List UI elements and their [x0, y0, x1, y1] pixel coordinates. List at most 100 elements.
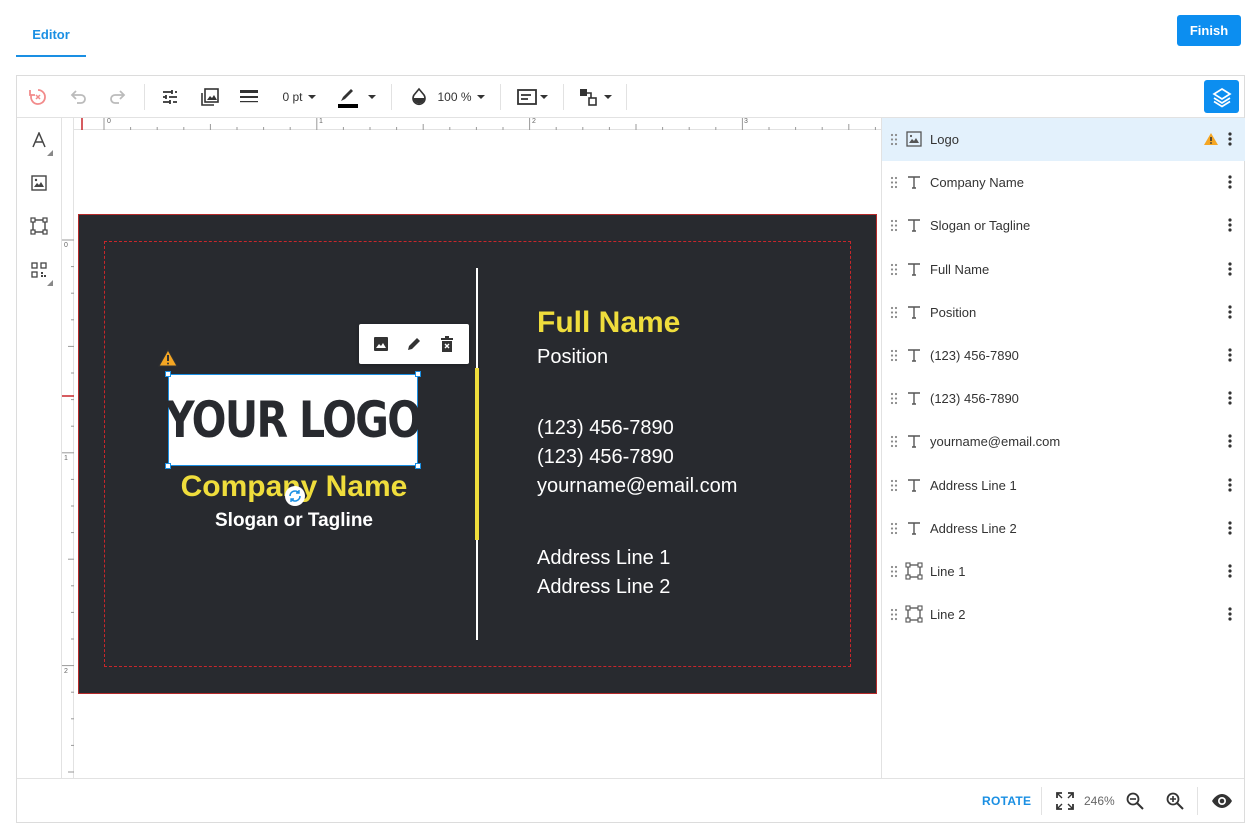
qr-code-tool-icon[interactable] [27, 258, 53, 286]
text-type-icon [905, 389, 923, 407]
more-options-icon[interactable] [1228, 521, 1232, 540]
phone-2-text[interactable]: (123) 456-7890 [537, 446, 674, 469]
adjust-icon[interactable] [157, 84, 183, 110]
image-layers-icon[interactable] [197, 84, 223, 110]
drag-handle-icon[interactable] [890, 263, 898, 281]
preview-eye-icon[interactable] [1211, 790, 1233, 812]
layer-item[interactable]: Address Line 2 [882, 507, 1245, 550]
rotate-button[interactable]: ROTATE [982, 794, 1031, 808]
more-options-icon[interactable] [1228, 175, 1232, 194]
email-text[interactable]: yourname@email.com [537, 475, 737, 498]
layer-item[interactable]: yourname@email.com [882, 420, 1245, 463]
text-type-icon [905, 173, 923, 191]
drag-handle-icon[interactable] [890, 608, 898, 626]
layer-item[interactable]: Address Line 1 [882, 464, 1245, 507]
fit-screen-icon[interactable] [1054, 790, 1076, 812]
drag-handle-icon[interactable] [890, 219, 898, 237]
layer-name: yourname@email.com [930, 434, 1061, 450]
tool-submenu-corner [47, 150, 53, 156]
drag-handle-icon[interactable] [890, 392, 898, 410]
text-type-icon [905, 519, 923, 537]
image-tool-icon[interactable] [27, 171, 51, 195]
layer-item[interactable]: Full Name [882, 248, 1245, 291]
slogan-text[interactable]: Slogan or Tagline [139, 510, 449, 532]
opacity-dropdown[interactable]: 100 % [406, 84, 488, 110]
drag-handle-icon[interactable] [890, 565, 898, 583]
warning-icon[interactable] [158, 348, 178, 372]
layer-item[interactable]: (123) 456-7890 [882, 377, 1245, 420]
address-2-text[interactable]: Address Line 2 [537, 576, 670, 599]
position-text[interactable]: Position [537, 346, 608, 369]
more-options-icon[interactable] [1228, 477, 1232, 497]
more-options-icon[interactable] [1228, 434, 1232, 453]
text-tool-icon[interactable] [27, 128, 53, 156]
editor-frame: 0 pt 100 % 0 1 2 3 0 1 2 YOUR LOGO Compa… [16, 75, 1245, 823]
vertical-ruler: 0 1 2 [61, 118, 74, 778]
rotate-handle-icon[interactable] [285, 486, 305, 506]
address-1-text[interactable]: Address Line 1 [537, 547, 670, 570]
layer-item[interactable]: Slogan or Tagline [882, 204, 1245, 247]
finish-button[interactable]: Finish [1177, 15, 1241, 46]
arrange-dropdown[interactable] [575, 84, 615, 110]
divider-line-2[interactable] [475, 368, 479, 540]
more-options-icon[interactable] [1228, 564, 1232, 583]
full-name-text[interactable]: Full Name [537, 306, 680, 340]
resize-handle[interactable] [165, 463, 171, 469]
more-options-icon[interactable] [1228, 305, 1232, 324]
resize-handle[interactable] [415, 371, 421, 377]
layers-toggle-button[interactable] [1204, 80, 1239, 113]
tab-editor[interactable]: Editor [16, 14, 86, 57]
toolbar: 0 pt 100 % [17, 76, 1244, 118]
layer-item[interactable]: Logo [882, 118, 1245, 161]
design-canvas[interactable]: YOUR LOGO Company Name Slogan or Tagline… [74, 130, 881, 778]
replace-image-icon[interactable] [369, 332, 393, 356]
shape-tool-icon[interactable] [27, 214, 51, 238]
drag-handle-icon[interactable] [890, 349, 898, 367]
layer-item[interactable]: Company Name [882, 161, 1245, 204]
drag-handle-icon[interactable] [890, 306, 898, 324]
layer-item[interactable]: Line 2 [882, 593, 1245, 636]
element-context-toolbar [359, 324, 469, 364]
text-type-icon [905, 260, 923, 278]
resize-handle[interactable] [165, 371, 171, 377]
business-card[interactable]: YOUR LOGO Company Name Slogan or Tagline… [78, 214, 877, 694]
drag-handle-icon[interactable] [890, 133, 898, 151]
delete-icon[interactable] [435, 332, 459, 356]
stroke-width-value: 0 pt [282, 90, 303, 104]
drag-handle-icon[interactable] [890, 435, 898, 453]
drag-handle-icon[interactable] [890, 522, 898, 540]
zoom-in-icon[interactable] [1164, 790, 1186, 812]
logo-text: YOUR LOGO [165, 391, 422, 449]
text-frame-icon [517, 89, 537, 105]
layer-name: Address Line 2 [930, 520, 1017, 536]
layer-name: (123) 456-7890 [930, 391, 1019, 407]
drag-handle-icon[interactable] [890, 176, 898, 194]
layer-item[interactable]: Line 1 [882, 550, 1245, 593]
zoom-out-icon[interactable] [1124, 790, 1146, 812]
redo-icon[interactable] [105, 84, 131, 110]
phone-1-text[interactable]: (123) 456-7890 [537, 417, 674, 440]
line-weight-icon[interactable] [236, 84, 262, 110]
more-options-icon[interactable] [1228, 607, 1232, 626]
more-options-icon[interactable] [1228, 261, 1232, 281]
logo-element[interactable]: YOUR LOGO [165, 371, 422, 469]
layer-item[interactable]: Position [882, 291, 1245, 334]
pen-color-icon [338, 89, 358, 108]
more-options-icon[interactable] [1228, 218, 1232, 237]
reset-icon[interactable] [25, 84, 51, 110]
stroke-width-dropdown[interactable]: 0 pt [279, 84, 319, 110]
more-options-icon[interactable] [1228, 391, 1232, 410]
text-wrap-dropdown[interactable] [512, 84, 552, 110]
more-options-icon[interactable] [1228, 348, 1232, 367]
drag-handle-icon[interactable] [890, 479, 898, 497]
footer: ROTATE 246% [17, 778, 1244, 822]
edit-pencil-icon[interactable] [402, 332, 426, 356]
stroke-color-dropdown[interactable] [333, 84, 379, 110]
resize-handle[interactable] [415, 463, 421, 469]
more-options-icon[interactable] [1228, 132, 1232, 151]
warning-icon[interactable] [1203, 132, 1219, 151]
layer-name: Line 2 [930, 607, 966, 623]
toolbar-divider [144, 84, 145, 110]
undo-icon[interactable] [65, 84, 91, 110]
layer-item[interactable]: (123) 456-7890 [882, 334, 1245, 377]
